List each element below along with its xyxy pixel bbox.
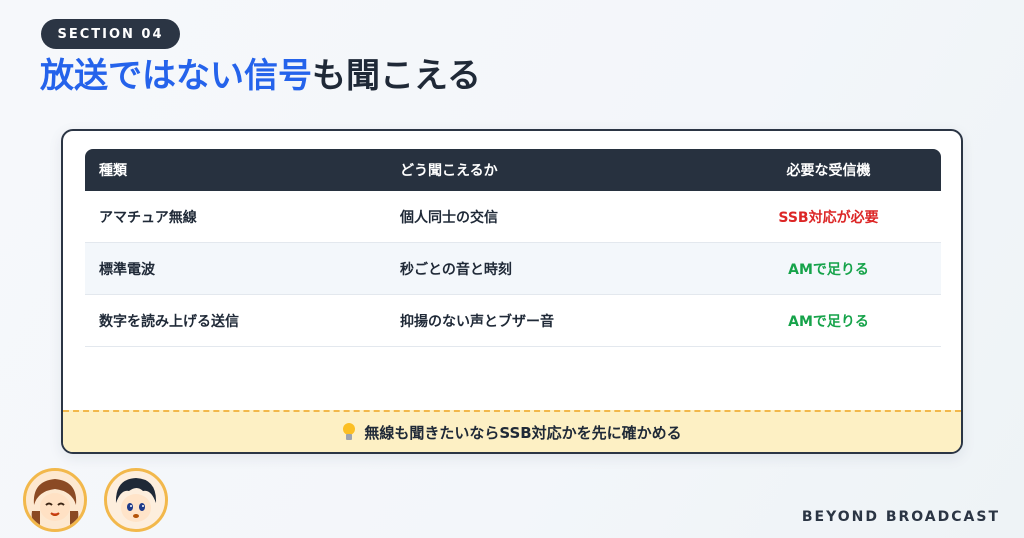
cell-receiver: AMで足りる — [788, 313, 869, 330]
table-row: アマチュア無線 個人同士の交信 SSB対応が必要 — [85, 191, 941, 243]
lightbulb-icon — [342, 423, 356, 441]
table-header: 種類 どう聞こえるか 必要な受信機 — [85, 149, 941, 191]
receiver-table: 種類 どう聞こえるか 必要な受信機 アマチュア無線 個人同士の交信 SSB対応が… — [85, 149, 941, 347]
header-how: どう聞こえるか — [400, 163, 498, 179]
tip-banner: 無線も聞きたいならSSB対応かを先に確かめる — [63, 410, 961, 452]
section-badge: SECTION 04 — [41, 19, 180, 49]
page-title: 放送ではない信号も聞こえる — [40, 54, 481, 98]
cell-type: 数字を読み上げる送信 — [99, 313, 239, 330]
cell-how: 個人同士の交信 — [400, 209, 498, 226]
table-row: 標準電波 秒ごとの音と時刻 AMで足りる — [85, 243, 941, 295]
table-row: 数字を読み上げる送信 抑揚のない声とブザー音 AMで足りる — [85, 295, 941, 347]
avatar-boy — [104, 468, 168, 532]
header-receiver: 必要な受信機 — [786, 163, 871, 179]
cell-how: 抑揚のない声とブザー音 — [400, 313, 554, 330]
header-type: 種類 — [99, 163, 127, 179]
info-card: 種類 どう聞こえるか 必要な受信機 アマチュア無線 個人同士の交信 SSB対応が… — [61, 129, 963, 454]
brand-label: BEYOND BROADCAST — [801, 509, 1000, 525]
cell-how: 秒ごとの音と時刻 — [400, 261, 512, 278]
cell-receiver: SSB対応が必要 — [778, 209, 879, 226]
page-title-rest: も聞こえる — [312, 56, 481, 96]
avatar-girl — [23, 468, 87, 532]
cell-type: アマチュア無線 — [99, 209, 197, 226]
page-title-accent: 放送ではない信号 — [40, 56, 312, 96]
cell-type: 標準電波 — [99, 261, 155, 278]
cell-receiver: AMで足りる — [788, 261, 869, 278]
tip-text: 無線も聞きたいならSSB対応かを先に確かめる — [364, 423, 682, 442]
